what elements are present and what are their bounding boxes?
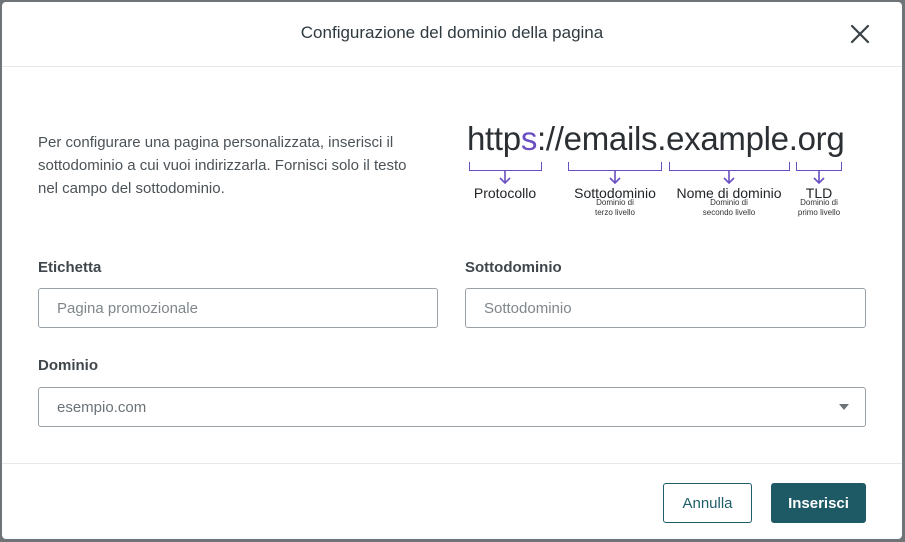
label-field-label: Etichetta — [38, 259, 102, 276]
cancel-button[interactable]: Annulla — [663, 483, 752, 523]
insert-button[interactable]: Inserisci — [771, 483, 866, 523]
domain-name-arrow-icon — [723, 170, 735, 185]
intro-text: Per configurare una pagina personalizzat… — [38, 134, 407, 197]
close-button[interactable] — [848, 22, 872, 46]
tld-sublabel: Dominio di primo livello — [797, 198, 841, 217]
url-protocol: http — [467, 120, 521, 157]
domain-select[interactable]: esempio.com — [38, 387, 866, 427]
url-diagram: https://emails.example.org Protocollo So… — [464, 120, 854, 230]
subdomain-field-label: Sottodominio — [465, 259, 562, 276]
domain-name-sublabel: Dominio di secondo livello — [702, 198, 756, 217]
url-secure-letter: s — [520, 120, 538, 157]
url-rest: ://emails.example.org — [537, 120, 845, 157]
dialog-footer: Annulla Inserisci — [2, 463, 902, 539]
chevron-down-icon — [839, 404, 849, 410]
domain-config-dialog: Configurazione del dominio della pagina … — [2, 2, 902, 539]
subdomain-input[interactable] — [465, 288, 866, 328]
label-input[interactable] — [38, 288, 438, 328]
domain-select-value: esempio.com — [57, 399, 147, 416]
subdomain-arrow-icon — [609, 170, 621, 185]
dialog-header: Configurazione del dominio della pagina — [2, 2, 902, 67]
dialog-title: Configurazione del dominio della pagina — [300, 23, 604, 42]
tld-arrow-icon — [813, 170, 825, 185]
example-url: https://emails.example.org — [467, 120, 845, 158]
subdomain-sublabel: Dominio di terzo livello — [594, 198, 635, 217]
close-icon — [850, 24, 870, 44]
protocol-label: Protocollo — [473, 185, 537, 201]
protocol-arrow-icon — [499, 170, 511, 185]
domain-field-label: Dominio — [38, 357, 98, 374]
